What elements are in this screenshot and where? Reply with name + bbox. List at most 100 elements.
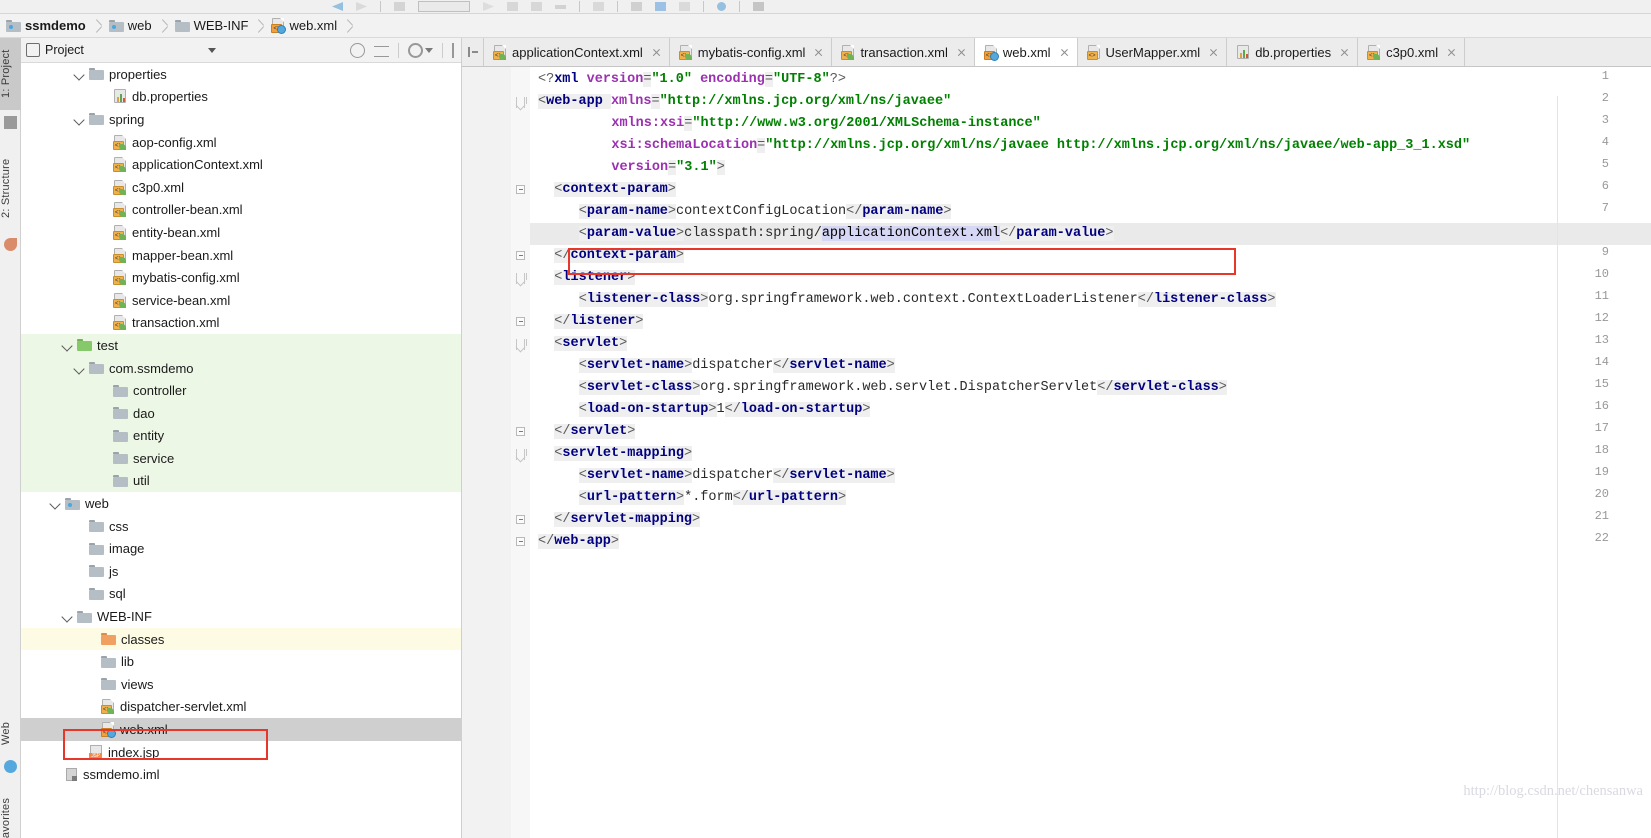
bookmark-pin-icon[interactable] bbox=[4, 238, 17, 251]
tab-list-icon[interactable] bbox=[462, 38, 484, 66]
code-fold-toggle[interactable] bbox=[516, 317, 525, 326]
editor-tab-c3p0-xml[interactable]: <> c3p0.xml bbox=[1358, 38, 1466, 66]
back-arrow-icon[interactable] bbox=[332, 2, 343, 11]
editor-tab-transaction-xml[interactable]: <> transaction.xml bbox=[832, 38, 975, 66]
tool-window-button-structure[interactable]: 2: Structure bbox=[0, 142, 21, 234]
chevron-down-icon[interactable] bbox=[73, 362, 86, 375]
tool-window-icon-small[interactable] bbox=[4, 116, 17, 129]
editor-tab-mybatis-config-xml[interactable]: <>mybatis-config.xml bbox=[669, 38, 833, 66]
code-line[interactable]: <servlet-name>dispatcher</servlet-name> bbox=[578, 355, 895, 377]
chevron-down-icon[interactable] bbox=[61, 339, 74, 352]
close-icon[interactable] bbox=[956, 47, 967, 58]
stop-icon[interactable] bbox=[555, 4, 566, 9]
run-icon[interactable] bbox=[483, 2, 494, 11]
tree-item-properties[interactable]: properties bbox=[21, 63, 461, 86]
tree-item-image[interactable]: image bbox=[21, 537, 461, 560]
code-line[interactable]: </servlet-mapping> bbox=[554, 509, 701, 531]
tree-item-dispatcher-servlet-xml[interactable]: <> dispatcher-servlet.xml bbox=[21, 696, 461, 719]
save-all-icon[interactable] bbox=[753, 2, 764, 11]
code-line[interactable]: <?xml version="1.0" encoding="UTF-8"?> bbox=[538, 69, 846, 91]
tree-item-com-ssmdemo[interactable]: com.ssmdemo bbox=[21, 356, 461, 380]
code-line[interactable]: </listener> bbox=[554, 311, 644, 333]
tree-item-entity-bean-xml[interactable]: <> entity-bean.xml bbox=[21, 221, 461, 244]
close-icon[interactable] bbox=[1446, 47, 1457, 58]
tree-item-c3p0-xml[interactable]: <> c3p0.xml bbox=[21, 176, 461, 199]
tree-item-service-bean-xml[interactable]: <> service-bean.xml bbox=[21, 289, 461, 312]
project-tree[interactable]: properties db.properties spring <> aop-confi… bbox=[21, 63, 461, 838]
code-fold-toggle[interactable] bbox=[516, 427, 525, 436]
tree-item-aop-config-xml[interactable]: <> aop-config.xml bbox=[21, 131, 461, 154]
chevron-down-icon[interactable] bbox=[61, 610, 74, 623]
tool-window-button-web[interactable]: Web bbox=[0, 710, 21, 756]
collapse-all-icon[interactable] bbox=[374, 45, 389, 57]
locate-icon[interactable] bbox=[350, 42, 365, 58]
close-icon[interactable] bbox=[651, 47, 662, 58]
vcs-update-icon[interactable] bbox=[394, 2, 405, 11]
code-line[interactable]: <web-app xmlns="http://xmlns.jcp.org/xml… bbox=[538, 91, 951, 113]
code-fold-toggle[interactable] bbox=[516, 273, 527, 284]
code-line[interactable]: <param-value>classpath:spring/applicatio… bbox=[578, 223, 1114, 245]
breadcrumb-item-webinf[interactable]: WEB-INF bbox=[174, 14, 248, 38]
code-line[interactable]: </servlet> bbox=[554, 421, 636, 443]
editor-tab-web-xml[interactable]: <>web.xml bbox=[974, 38, 1078, 66]
code-line[interactable]: <servlet-class>org.springframework.web.s… bbox=[578, 377, 1227, 399]
chevron-down-icon[interactable] bbox=[73, 113, 86, 126]
breadcrumb[interactable]: ssmdemo web WEB-INF <> web.xml bbox=[0, 14, 1651, 38]
code-fold-toggle[interactable] bbox=[516, 97, 527, 108]
gear-chevron-down-icon[interactable] bbox=[425, 47, 433, 53]
tree-item-spring[interactable]: spring bbox=[21, 108, 461, 131]
chevron-down-icon[interactable] bbox=[73, 68, 86, 81]
tree-item-views[interactable]: views bbox=[21, 673, 461, 696]
tree-item-classes[interactable]: classes bbox=[21, 627, 461, 651]
tree-item-ssmdemo-iml[interactable]: ssmdemo.iml bbox=[21, 763, 461, 786]
settings-gear-icon[interactable] bbox=[408, 42, 423, 58]
tree-item-controller[interactable]: controller bbox=[21, 379, 461, 402]
breadcrumb-item-ssmdemo[interactable]: ssmdemo bbox=[6, 14, 86, 38]
tree-item-js[interactable]: js bbox=[21, 560, 461, 583]
web-globe-icon[interactable] bbox=[4, 760, 17, 773]
sync-icon[interactable] bbox=[631, 2, 642, 11]
code-line[interactable]: xsi:schemaLocation="http://xmlns.jcp.org… bbox=[611, 135, 1470, 157]
tree-item-transaction-xml[interactable]: <> transaction.xml bbox=[21, 312, 461, 335]
code-line[interactable]: <servlet-mapping> bbox=[554, 443, 693, 465]
code-line[interactable]: <listener-class>org.springframework.web.… bbox=[578, 289, 1276, 311]
close-icon[interactable] bbox=[1208, 47, 1219, 58]
code-fold-toggle[interactable] bbox=[516, 185, 525, 194]
run-config-selector[interactable] bbox=[418, 1, 470, 12]
code-line[interactable]: <servlet-name>dispatcher</servlet-name> bbox=[578, 465, 895, 487]
breadcrumb-item-webxml[interactable]: <> web.xml bbox=[271, 14, 337, 38]
code-fold-toggle[interactable] bbox=[516, 251, 525, 260]
tree-item-css[interactable]: css bbox=[21, 515, 461, 538]
code-fold-toggle[interactable] bbox=[516, 339, 527, 350]
database-icon[interactable] bbox=[655, 2, 666, 11]
chevron-down-icon[interactable] bbox=[49, 497, 62, 510]
forward-arrow-icon[interactable] bbox=[356, 2, 367, 11]
tree-item-lib[interactable]: lib bbox=[21, 650, 461, 673]
code-line[interactable]: </context-param> bbox=[554, 245, 684, 267]
tree-item-mybatis-config-xml[interactable]: <> mybatis-config.xml bbox=[21, 266, 461, 289]
close-icon[interactable] bbox=[1059, 47, 1070, 58]
search-everywhere-icon[interactable] bbox=[717, 2, 726, 11]
settings-icon[interactable] bbox=[679, 2, 690, 11]
tree-item-test[interactable]: test bbox=[21, 334, 461, 357]
debug-icon[interactable] bbox=[507, 2, 518, 11]
tree-item-mapper-bean-xml[interactable]: <> mapper-bean.xml bbox=[21, 244, 461, 267]
code-editor[interactable]: 12345678910111213141516171819202122 <?xm… bbox=[462, 67, 1651, 838]
tree-item-web-inf[interactable]: WEB-INF bbox=[21, 605, 461, 628]
deploy-icon[interactable] bbox=[593, 2, 604, 11]
close-icon[interactable] bbox=[1339, 47, 1350, 58]
tree-item-db-properties[interactable]: db.properties bbox=[21, 86, 461, 109]
code-fold-toggle[interactable] bbox=[516, 537, 525, 546]
editor-tab-usermapper-xml[interactable]: <> UserMapper.xml bbox=[1077, 38, 1228, 66]
tree-item-dao[interactable]: dao bbox=[21, 401, 461, 425]
tree-item-web[interactable]: web bbox=[21, 492, 461, 515]
code-fold-toggle[interactable] bbox=[516, 515, 525, 524]
tree-item-sql[interactable]: sql bbox=[21, 583, 461, 606]
close-icon[interactable] bbox=[813, 47, 824, 58]
code-line[interactable]: <load-on-startup>1</load-on-startup> bbox=[578, 399, 871, 421]
code-line[interactable]: <context-param> bbox=[554, 179, 676, 201]
code-line[interactable]: <listener> bbox=[554, 267, 636, 289]
coverage-icon[interactable] bbox=[531, 2, 542, 11]
code-line[interactable]: <servlet> bbox=[554, 333, 628, 355]
hide-panel-icon[interactable] bbox=[452, 42, 456, 58]
